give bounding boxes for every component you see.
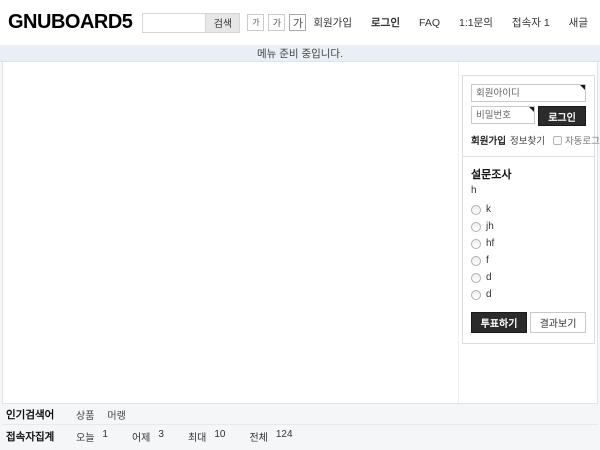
- poll-option-radio[interactable]: [471, 222, 481, 232]
- poll-option-label[interactable]: d: [486, 272, 492, 283]
- nav-current-visitors[interactable]: 접속자 1: [512, 15, 550, 30]
- poll-option-radio[interactable]: [471, 239, 481, 249]
- search-button[interactable]: 검색: [205, 14, 239, 32]
- popular-keywords-row: 인기검색어 상품 머랭: [2, 404, 598, 425]
- stat-today: 오늘 1: [76, 429, 108, 444]
- nav-faq[interactable]: FAQ: [419, 17, 440, 29]
- poll-option-radio[interactable]: [471, 273, 481, 283]
- member-id-input[interactable]: [471, 84, 586, 102]
- search-input[interactable]: [143, 14, 205, 32]
- visitor-stats: 오늘 1 어제 3 최대 10 전체 124: [76, 429, 317, 444]
- poll-result-button[interactable]: 결과보기: [530, 312, 586, 333]
- main-content: 로그인 회원가입 정보찾기 자동로그인 설문조사 h k jh: [2, 62, 598, 404]
- header: GNUBOARD5 검색 가 가 가 회원가입 로그인 FAQ 1:1문의 접속…: [0, 0, 600, 45]
- font-size-medium-button[interactable]: 가: [268, 14, 285, 31]
- font-size-small-button[interactable]: 가: [247, 14, 264, 31]
- menu-bar: 메뉴 준비 중입니다.: [0, 45, 600, 62]
- poll-option-label[interactable]: k: [486, 204, 491, 215]
- site-logo[interactable]: GNUBOARD5: [8, 11, 132, 34]
- poll-option: f: [471, 253, 586, 268]
- poll-option-radio[interactable]: [471, 256, 481, 266]
- font-size-large-button[interactable]: 가: [289, 14, 306, 31]
- poll-option: d: [471, 287, 586, 302]
- font-size-controls: 가 가 가: [247, 14, 306, 31]
- poll-option-radio[interactable]: [471, 290, 481, 300]
- sidebar: 로그인 회원가입 정보찾기 자동로그인 설문조사 h k jh: [462, 75, 595, 344]
- login-button[interactable]: 로그인: [538, 106, 586, 126]
- keyword-link[interactable]: 상품: [76, 407, 94, 422]
- footer: 인기검색어 상품 머랭 접속자집계 오늘 1 어제 3 최대 10 전체 124: [2, 404, 598, 448]
- login-box: 로그인 회원가입 정보찾기 자동로그인: [463, 76, 594, 156]
- poll-option-label[interactable]: hf: [486, 238, 494, 249]
- nav-new-posts[interactable]: 새글: [569, 15, 588, 30]
- auto-login-label: 자동로그인: [565, 133, 600, 147]
- popular-keywords-label: 인기검색어: [6, 407, 76, 422]
- auto-login: 자동로그인: [553, 133, 600, 147]
- nav-register[interactable]: 회원가입: [313, 15, 352, 30]
- poll-title: 설문조사: [471, 166, 586, 182]
- poll-option-radio[interactable]: [471, 205, 481, 215]
- poll-option: d: [471, 270, 586, 285]
- search-box: 검색: [142, 13, 240, 33]
- poll-buttons: 투표하기 결과보기: [471, 312, 586, 333]
- stat-max: 최대 10: [188, 429, 226, 444]
- top-nav: 회원가입 로그인 FAQ 1:1문의 접속자 1 새글: [313, 15, 592, 30]
- password-input[interactable]: [471, 106, 535, 124]
- poll-option-label[interactable]: f: [486, 255, 489, 266]
- content-area-empty: [3, 62, 459, 403]
- menu-bar-message: 메뉴 준비 중입니다.: [257, 46, 343, 61]
- poll-question: h: [471, 185, 586, 196]
- required-marker-icon: [580, 85, 585, 90]
- nav-qna[interactable]: 1:1문의: [459, 15, 493, 30]
- stat-total: 전체 124: [249, 429, 292, 444]
- poll-option: k: [471, 202, 586, 217]
- keyword-list: 상품 머랭: [76, 407, 126, 422]
- nav-login[interactable]: 로그인: [371, 15, 400, 30]
- poll-box: 설문조사 h k jh hf f d: [463, 157, 594, 343]
- required-marker-icon: [529, 107, 534, 112]
- login-links: 회원가입 정보찾기 자동로그인: [471, 133, 586, 147]
- poll-option: jh: [471, 219, 586, 234]
- keyword-link[interactable]: 머랭: [107, 407, 125, 422]
- poll-option-label[interactable]: jh: [486, 221, 494, 232]
- visitor-stats-label: 접속자집계: [6, 429, 76, 444]
- stat-yesterday: 어제 3: [132, 429, 164, 444]
- find-info-link[interactable]: 정보찾기: [510, 133, 545, 147]
- register-link[interactable]: 회원가입: [471, 133, 506, 147]
- visitor-stats-row: 접속자집계 오늘 1 어제 3 최대 10 전체 124: [2, 425, 598, 448]
- auto-login-checkbox[interactable]: [553, 136, 562, 145]
- poll-option-label[interactable]: d: [486, 289, 492, 300]
- poll-option: hf: [471, 236, 586, 251]
- vote-button[interactable]: 투표하기: [471, 312, 527, 333]
